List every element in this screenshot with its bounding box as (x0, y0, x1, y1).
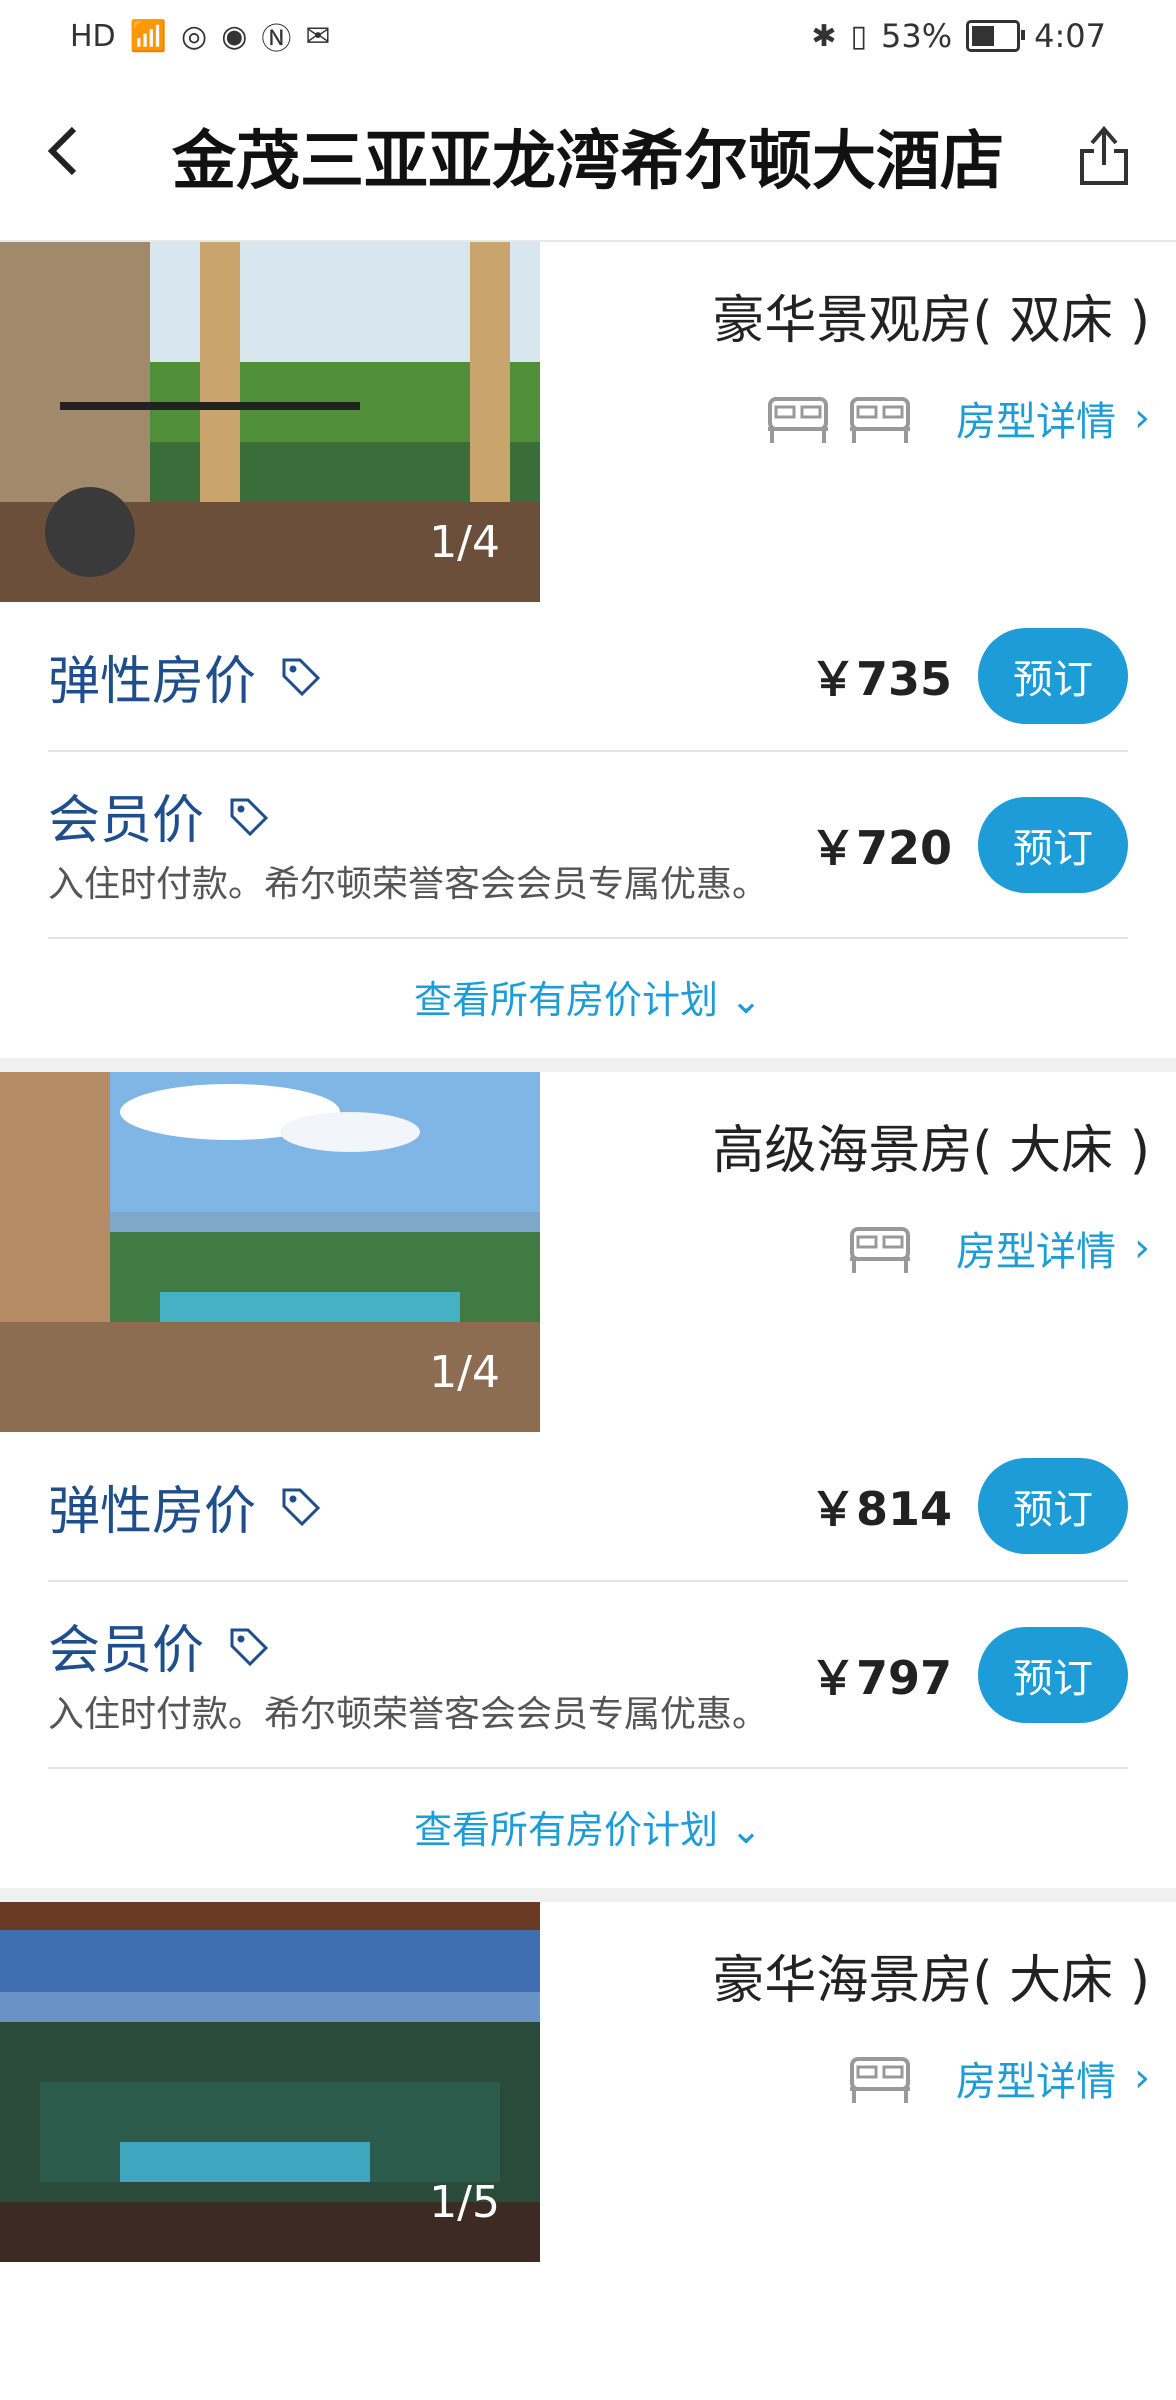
rate-title: 弹性房价 (48, 1481, 257, 1542)
photo-counter: 1/4 (429, 517, 500, 568)
room-card: 1/4 高级海景房( 大床 ) 房型详情 › 弹性房价 ￥814 预订 会员价 … (0, 1072, 1176, 1902)
eye-icon: ◉ (221, 18, 248, 54)
view-all-rates-link[interactable]: 查看所有房价计划 ⌄ (0, 1769, 1176, 1888)
rate-row: 会员价 入住时付款。希尔顿荣誉客会会员专属优惠。 ￥720 预订 (48, 752, 1128, 939)
room-name: 豪华景观房( 双床 ) (712, 291, 1150, 351)
rate-description: 入住时付款。希尔顿荣誉客会会员专属优惠。 (48, 864, 769, 905)
room-details-label: 房型详情 (956, 1229, 1116, 1275)
room-photo[interactable]: 1/4 (0, 242, 540, 602)
room-photo[interactable]: 1/4 (0, 1072, 540, 1432)
rate-description: 入住时付款。希尔顿荣誉客会会员专属优惠。 (48, 1694, 769, 1735)
chevron-down-icon: ⌄ (730, 978, 762, 1022)
room-name: 高级海景房( 大床 ) (712, 1121, 1150, 1181)
room-details-label: 房型详情 (956, 399, 1116, 445)
room-photo[interactable]: 1/5 (0, 1902, 540, 2262)
room-details-label: 房型详情 (956, 2059, 1116, 2105)
book-button[interactable]: 预订 (978, 1626, 1128, 1723)
rate-price: ￥720 (809, 820, 952, 875)
book-button[interactable]: 预订 (978, 1458, 1128, 1554)
rate-price: ￥814 (809, 1482, 952, 1536)
bed-icon (850, 397, 910, 443)
back-button[interactable] (40, 121, 100, 192)
chevron-right-icon: › (1134, 395, 1150, 441)
photo-counter: 1/5 (429, 2177, 500, 2228)
bed-icon (850, 1227, 910, 1273)
photo-counter: 1/4 (429, 1347, 500, 1398)
chevron-right-icon: › (1134, 2055, 1150, 2101)
share-button[interactable] (1076, 121, 1136, 191)
page-title: 金茂三亚亚龙湾希尔顿大酒店 (172, 125, 1004, 199)
room-details-link[interactable]: 房型详情 › (956, 2049, 1150, 2107)
book-button[interactable]: 预订 (978, 628, 1128, 724)
signal-icon: 📶 (129, 18, 168, 54)
book-button[interactable]: 预订 (978, 796, 1128, 893)
bed-icon (768, 397, 828, 443)
room-card: 1/4 豪华景观房( 双床 ) 房型详情 › 弹性房价 ￥735 预订 会员价 … (0, 242, 1176, 1072)
app-header: 金茂三亚亚龙湾希尔顿大酒店 (0, 72, 1176, 242)
nfc-icon: Ⓝ (261, 22, 292, 57)
rate-title: 弹性房价 (48, 651, 257, 712)
rate-price: ￥735 (809, 652, 952, 706)
view-all-label: 查看所有房价计划 (414, 978, 719, 1022)
clock: 4:07 (1034, 17, 1106, 55)
tag-icon[interactable] (278, 1484, 322, 1528)
mail-icon: ✉ (305, 18, 331, 54)
view-all-label: 查看所有房价计划 (414, 1808, 719, 1852)
status-left: HD 📶 ◎ ◉ Ⓝ ✉ (70, 14, 331, 58)
share-icon (1080, 125, 1128, 185)
hotspot-icon: ◎ (181, 18, 208, 54)
status-bar: HD 📶 ◎ ◉ Ⓝ ✉ ✱ ▯ 53% 4:07 (0, 0, 1176, 72)
chevron-left-icon (47, 126, 77, 175)
room-name: 豪华海景房( 大床 ) (712, 1951, 1150, 2011)
chevron-right-icon: › (1134, 1225, 1150, 1271)
status-right: ✱ ▯ 53% 4:07 (811, 17, 1106, 55)
bluetooth-icon: ✱ (811, 18, 837, 54)
hd-icon: HD (70, 18, 116, 54)
rate-title: 会员价 (48, 1621, 205, 1681)
rate-title: 会员价 (48, 791, 205, 851)
tag-icon[interactable] (278, 654, 322, 698)
rate-price: ￥797 (809, 1650, 952, 1705)
rate-row: 会员价 入住时付款。希尔顿荣誉客会会员专属优惠。 ￥797 预订 (48, 1582, 1128, 1769)
room-details-link[interactable]: 房型详情 › (956, 1219, 1150, 1277)
chevron-down-icon: ⌄ (730, 1808, 762, 1852)
bed-icon (850, 2057, 910, 2103)
tag-icon[interactable] (226, 1624, 270, 1668)
view-all-rates-link[interactable]: 查看所有房价计划 ⌄ (0, 939, 1176, 1058)
room-details-link[interactable]: 房型详情 › (956, 389, 1150, 447)
rate-row: 弹性房价 ￥814 预订 (48, 1432, 1128, 1582)
battery-percent: 53% (881, 17, 953, 55)
room-card: 1/5 豪华海景房( 大床 ) 房型详情 › (0, 1902, 1176, 2262)
rate-row: 弹性房价 ￥735 预订 (48, 602, 1128, 752)
battery-icon (966, 20, 1026, 52)
tag-icon[interactable] (226, 794, 270, 838)
vibrate-icon: ▯ (850, 18, 868, 54)
